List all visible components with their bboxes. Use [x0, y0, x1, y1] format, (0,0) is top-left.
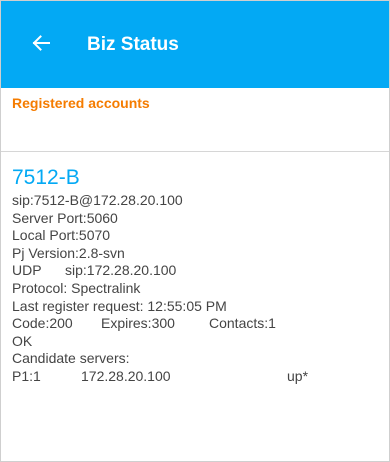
server-port: Server Port:5060 — [12, 209, 118, 226]
last-register-request: Last register request: 12:55:05 PM — [12, 297, 227, 314]
account-entry: 7512-B sip:7512-B@172.28.20.100 Server P… — [12, 166, 379, 386]
local-port: Local Port:5070 — [12, 227, 111, 244]
app-bar: Biz Status — [1, 1, 389, 88]
app-window: Biz Status Registered accounts 7512-B si… — [0, 0, 390, 462]
back-arrow-icon[interactable] — [32, 34, 50, 52]
candidate-servers-label: Candidate servers: — [12, 350, 130, 367]
register-status: OK — [12, 332, 33, 349]
candidate-state: up* — [287, 367, 309, 384]
transport-row: UDP sip:172.28.20.100 — [12, 262, 379, 280]
candidate-host: 172.28.20.100 — [81, 367, 171, 384]
transport-type: UDP — [12, 262, 42, 279]
code-value: Code:200 — [12, 315, 73, 332]
protocol: Protocol: Spectralink — [12, 279, 141, 296]
candidate-priority: P1:1 — [12, 367, 41, 384]
section-label: Registered accounts — [12, 95, 150, 111]
expires-value: Expires:300 — [101, 315, 175, 332]
candidate-server-row: P1:1 172.28.20.100 up* — [12, 368, 379, 386]
sip-uri: sip:7512-B@172.28.20.100 — [12, 192, 183, 208]
code-row: Code:200 Expires:300 Contacts:1 — [12, 315, 379, 333]
account-name: 7512-B — [12, 166, 80, 189]
transport-uri: sip:172.28.20.100 — [65, 262, 177, 279]
page-title: Biz Status — [87, 34, 179, 55]
contacts-value: Contacts:1 — [209, 315, 276, 332]
registered-accounts-section: Registered accounts — [1, 88, 389, 152]
pj-version: Pj Version:2.8-svn — [12, 244, 125, 261]
